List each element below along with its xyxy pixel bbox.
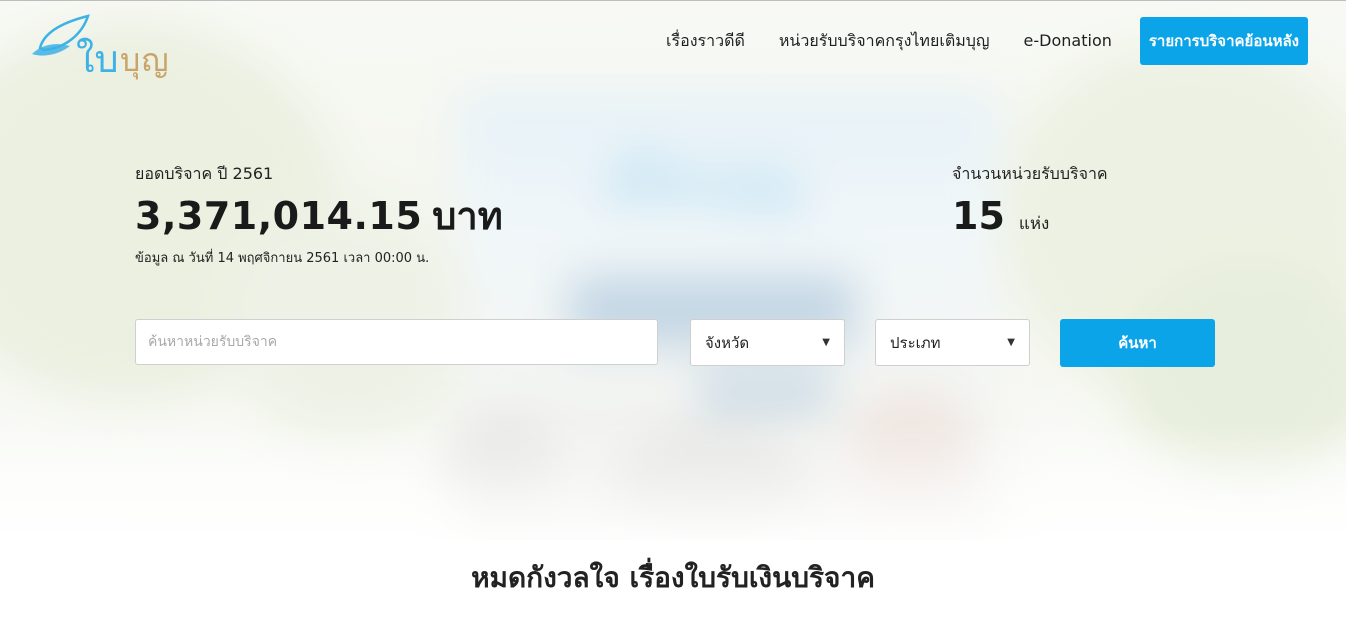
nav-link-e-donation[interactable]: e-Donation bbox=[1007, 17, 1129, 65]
province-select-value: จังหวัด bbox=[705, 333, 750, 352]
donation-units-count: 15 bbox=[952, 194, 1005, 238]
main-nav: เรื่องราวดีดี หน่วยรับบริจาคกรุงไทยเติมบ… bbox=[649, 17, 1308, 65]
logo-text-secondary: บุญ bbox=[120, 41, 170, 79]
chevron-down-icon: ▼ bbox=[1007, 337, 1015, 348]
nav-link-donation-units[interactable]: หน่วยรับบริจาคกรุงไทยเติมบุญ bbox=[762, 17, 1007, 65]
nav-link-stories[interactable]: เรื่องราวดีดี bbox=[649, 17, 762, 65]
type-select[interactable]: ประเภท ▼ bbox=[875, 319, 1030, 366]
hero-banner: เติมบุญ bbox=[0, 1, 1346, 540]
donation-total-amount: 3,371,014.15 bbox=[135, 194, 423, 238]
search-input[interactable] bbox=[135, 319, 658, 365]
logo-text-primary: ใบ bbox=[76, 37, 119, 81]
donation-total-label: ยอดบริจาค ปี 2561 bbox=[135, 164, 274, 183]
donation-units-label: จำนวนหน่วยรับบริจาค bbox=[952, 164, 1108, 183]
donation-units-stat: จำนวนหน่วยรับบริจาค 15 แห่ง bbox=[952, 160, 1108, 241]
chevron-down-icon: ▼ bbox=[822, 337, 830, 348]
donation-history-button[interactable]: รายการบริจาคย้อนหลัง bbox=[1139, 17, 1308, 65]
donation-total-stat: ยอดบริจาค ปี 2561 3,371,014.15 บาท ข้อมู… bbox=[135, 160, 503, 268]
province-select[interactable]: จังหวัด ▼ bbox=[690, 319, 845, 366]
data-timestamp-note: ข้อมูล ณ วันที่ 14 พฤศจิกายน 2561 เวลา 0… bbox=[135, 251, 430, 266]
site-logo[interactable]: ใบ บุญ bbox=[30, 14, 169, 84]
donation-units-unit: แห่ง bbox=[1018, 214, 1050, 234]
type-select-value: ประเภท bbox=[890, 333, 941, 352]
donation-total-unit: บาท bbox=[432, 194, 503, 238]
section-heading: หมดกังวลใจ เรื่องใบรับเงินบริจาค bbox=[471, 561, 875, 594]
search-button[interactable]: ค้นหา bbox=[1060, 319, 1215, 367]
